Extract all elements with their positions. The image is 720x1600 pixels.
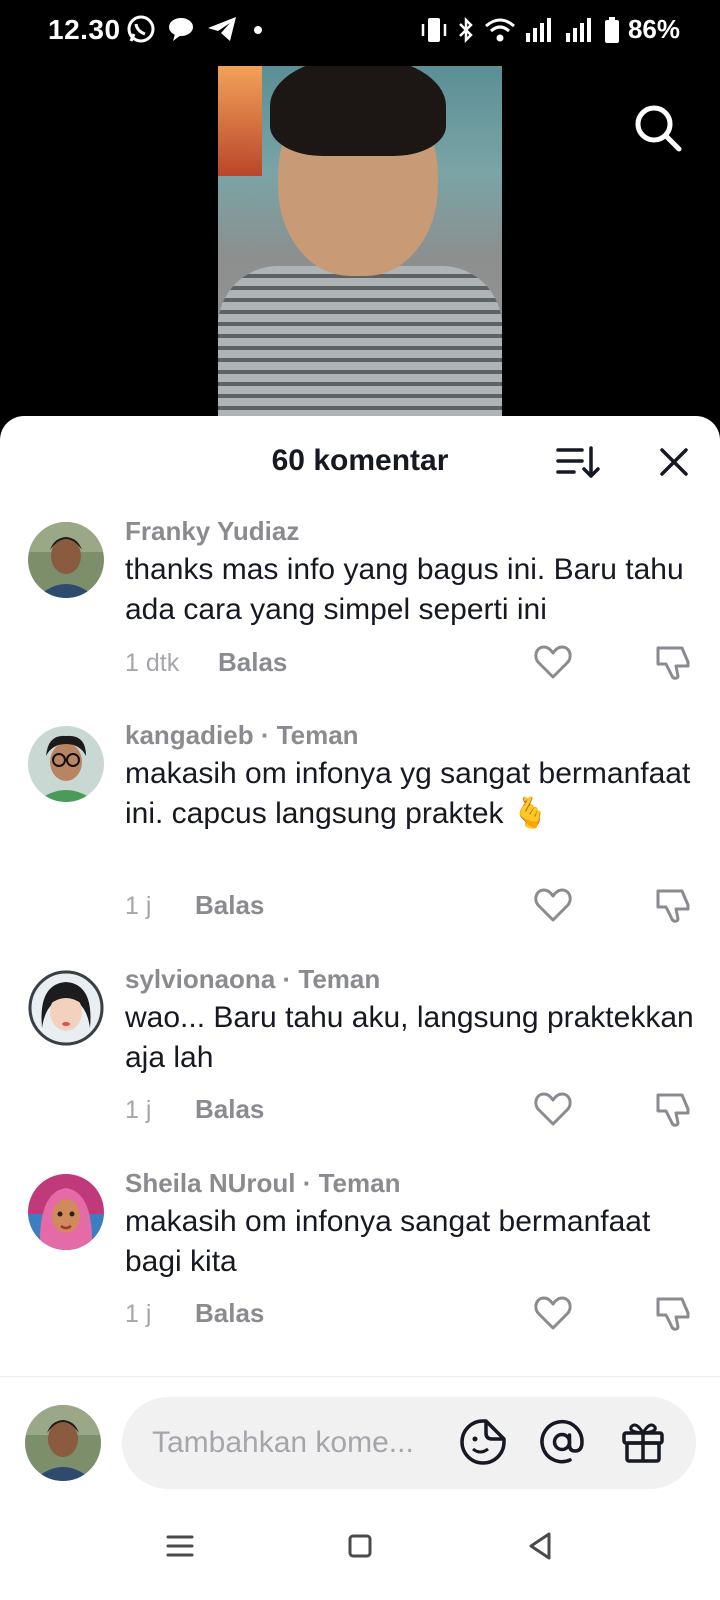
comment-time: 1 j (125, 1096, 152, 1124)
heart-icon[interactable] (533, 1293, 573, 1333)
thumbs-down-icon[interactable] (654, 885, 694, 925)
screen: 12.30 86% 60 komentar Franky Yudiaz than… (0, 0, 720, 1600)
avatar[interactable] (28, 522, 104, 598)
comment-composer (0, 1376, 720, 1489)
comment-time: 1 j (125, 1300, 152, 1328)
battery-percent: 86% (627, 14, 680, 44)
back-icon[interactable] (520, 1526, 560, 1566)
gift-icon[interactable] (618, 1417, 668, 1467)
sticker-icon[interactable] (458, 1417, 508, 1467)
reply-button[interactable]: Balas (218, 647, 287, 678)
video-background (218, 66, 262, 176)
thumbs-down-icon[interactable] (654, 642, 694, 682)
comment-time: 1 j (125, 892, 152, 920)
heart-icon[interactable] (533, 642, 573, 682)
comments-count-title: 60 komentar (271, 444, 449, 477)
comment-username[interactable]: Franky Yudiaz (125, 516, 299, 547)
comment-username[interactable]: sylvionaona · Teman (125, 964, 380, 995)
comment-text: makasih om infonya yg sangat bermanfaat … (125, 757, 691, 830)
comment-item: Sheila NUroul · Teman makasih om infonya… (0, 1168, 720, 1348)
comment-text: thanks mas info yang bagus ini. Baru tah… (125, 553, 684, 626)
search-icon[interactable] (632, 102, 684, 154)
signal-icon (565, 17, 591, 42)
signal-icon (525, 17, 551, 42)
comment-item: kangadieb · Teman makasih om infonya yg … (0, 720, 720, 940)
comment-input[interactable] (122, 1397, 696, 1489)
system-navigation-bar (0, 1496, 720, 1600)
reply-button[interactable]: Balas (195, 890, 264, 921)
video-preview[interactable] (218, 66, 502, 416)
comment-item: Franky Yudiaz thanks mas info yang bagus… (0, 516, 720, 696)
heart-icon[interactable] (533, 885, 573, 925)
reply-button[interactable]: Balas (195, 1298, 264, 1329)
comment-text: makasih om infonya sangat bermanfaat bag… (125, 1205, 651, 1278)
status-bar: 12.30 86% (0, 0, 720, 64)
comment-time: 1 dtk (125, 649, 180, 677)
thumbs-down-icon[interactable] (654, 1089, 694, 1129)
avatar[interactable] (28, 970, 104, 1046)
battery-icon (604, 16, 619, 43)
whatsapp-icon (127, 15, 155, 43)
home-icon[interactable] (340, 1526, 380, 1566)
comment-item: sylvionaona · Teman wao... Baru tahu aku… (0, 964, 720, 1144)
avatar[interactable] (28, 726, 104, 802)
comment-username[interactable]: Sheila NUroul · Teman (125, 1168, 400, 1199)
avatar[interactable] (28, 1174, 104, 1250)
close-icon[interactable] (654, 442, 694, 482)
status-time: 12.30 (48, 14, 121, 45)
comment-text: wao... Baru tahu aku, langsung praktekka… (125, 1001, 694, 1074)
heart-icon[interactable] (533, 1089, 573, 1129)
mention-icon[interactable] (537, 1417, 587, 1467)
dot-icon (254, 26, 262, 34)
thumbs-down-icon[interactable] (654, 1293, 694, 1333)
wifi-icon (484, 18, 515, 41)
recent-apps-icon[interactable] (160, 1526, 200, 1566)
my-avatar (25, 1405, 101, 1481)
comment-username[interactable]: kangadieb · Teman (125, 720, 359, 751)
chat-bubble-icon (169, 18, 193, 41)
sort-icon[interactable] (556, 442, 600, 482)
notification-icons (126, 14, 268, 44)
system-status-icons: 86% (420, 14, 680, 45)
vibrate-icon (421, 17, 447, 42)
reply-button[interactable]: Balas (195, 1094, 264, 1125)
bluetooth-icon (459, 16, 473, 43)
video-person-shirt (218, 266, 502, 416)
telegram-icon (208, 17, 236, 41)
video-person-hair (270, 66, 446, 156)
